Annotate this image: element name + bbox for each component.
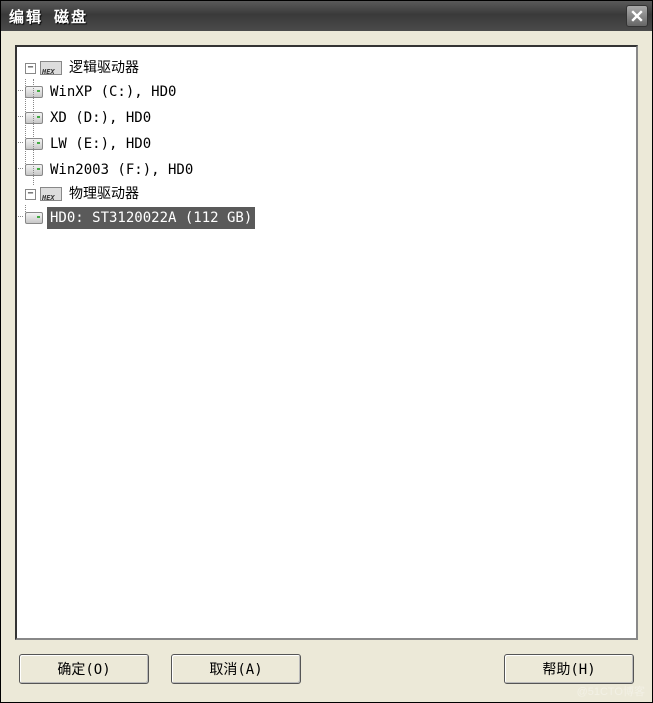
drive-item[interactable]: Win2003 (F:), HD0	[25, 159, 628, 181]
ok-button[interactable]: 确定(O)	[19, 654, 149, 684]
physical-drives-node[interactable]: − 物理驱动器	[25, 183, 628, 205]
watermark: @51CTO博客	[577, 683, 645, 699]
close-button[interactable]	[626, 5, 648, 27]
drive-icon	[25, 164, 43, 176]
dialog-body: − 逻辑驱动器 WinXP (C:), HD0 XD (D:), HD0 LW …	[1, 31, 652, 702]
drive-item[interactable]: LW (E:), HD0	[25, 133, 628, 155]
physical-drives-label: 物理驱动器	[66, 183, 142, 205]
logical-drives-node[interactable]: − 逻辑驱动器	[25, 57, 628, 79]
titlebar: 编辑 磁盘	[1, 1, 652, 31]
hex-icon	[40, 187, 62, 201]
drive-icon	[25, 112, 43, 124]
drive-tree: − 逻辑驱动器 WinXP (C:), HD0 XD (D:), HD0 LW …	[25, 57, 628, 231]
drive-label: HD0: ST3120022A (112 GB)	[47, 207, 255, 229]
drive-icon	[25, 86, 43, 98]
drive-item[interactable]: HD0: ST3120022A (112 GB)	[25, 207, 628, 229]
drive-icon	[25, 138, 43, 150]
collapse-icon[interactable]: −	[25, 63, 36, 74]
cancel-button[interactable]: 取消(A)	[171, 654, 301, 684]
drive-label: Win2003 (F:), HD0	[47, 159, 196, 181]
drive-label: WinXP (C:), HD0	[47, 81, 179, 103]
tree-panel[interactable]: − 逻辑驱动器 WinXP (C:), HD0 XD (D:), HD0 LW …	[15, 45, 638, 640]
logical-drives-label: 逻辑驱动器	[66, 57, 142, 79]
dialog-window: 编辑 磁盘 − 逻辑驱动器 WinXP (C:), HD0 XD (	[0, 0, 653, 703]
window-title: 编辑 磁盘	[9, 6, 626, 27]
collapse-icon[interactable]: −	[25, 189, 36, 200]
drive-icon	[25, 212, 43, 224]
drive-label: LW (E:), HD0	[47, 133, 154, 155]
drive-item[interactable]: XD (D:), HD0	[25, 107, 628, 129]
close-icon	[631, 10, 643, 22]
spacer	[323, 654, 482, 684]
drive-item[interactable]: WinXP (C:), HD0	[25, 81, 628, 103]
help-button[interactable]: 帮助(H)	[504, 654, 634, 684]
drive-label: XD (D:), HD0	[47, 107, 154, 129]
button-row: 确定(O) 取消(A) 帮助(H)	[15, 640, 638, 688]
hex-icon	[40, 61, 62, 75]
